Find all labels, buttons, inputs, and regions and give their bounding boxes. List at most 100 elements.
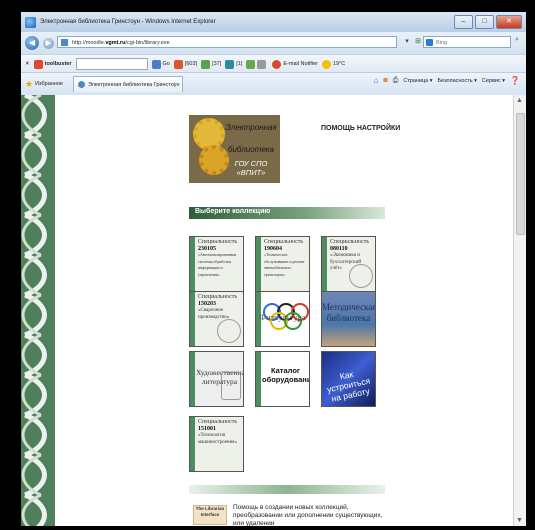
scroll-up-icon[interactable]: ▲ xyxy=(516,97,523,104)
collection-tile-sport[interactable]: Физкультура xyxy=(255,291,310,347)
tile-code: 080110 xyxy=(330,245,348,252)
email-notifier: E-mail Notifier xyxy=(283,61,318,67)
tile-desc: «Сварочное производство» xyxy=(198,308,230,320)
weather-icon xyxy=(321,59,331,69)
mail-icon xyxy=(173,59,183,69)
forward-button[interactable]: ▶ xyxy=(43,37,54,49)
print-icon[interactable]: ⎙ xyxy=(393,77,399,85)
tile-label: Специальность xyxy=(264,239,304,245)
browser-window: Электронная библиотека Гринстоун - Windo… xyxy=(21,12,526,526)
go-button: Go xyxy=(162,61,170,67)
search-placeholder: Bing xyxy=(436,40,448,46)
ie-icon xyxy=(25,16,36,28)
collection-tile-equipment[interactable]: Каталог оборудования xyxy=(255,351,310,407)
favorites-bar: ★ Избранное Электронная библиотека Гринс… xyxy=(21,72,526,96)
maximize-button[interactable]: □ xyxy=(475,15,494,29)
tile-code: 151001 xyxy=(198,425,216,432)
welding-icon xyxy=(217,319,241,343)
librarian-interface-button[interactable]: The Librarian Interface xyxy=(193,505,227,525)
toolbar-search-field[interactable] xyxy=(75,58,148,70)
search-icon[interactable]: ⌕ xyxy=(515,36,519,44)
weather-temp: 19°C xyxy=(332,61,346,67)
logo-line-3: ГОУ СПО «ВПИТ» xyxy=(234,159,268,177)
logo-line-1: Электронная xyxy=(225,123,277,132)
tile-label: Специальность xyxy=(330,239,370,245)
url-suffix: /cgi-bin/library.exe xyxy=(125,40,170,46)
search-input[interactable]: Bing xyxy=(423,36,511,48)
collection-tile-fiction[interactable]: Художественная литература xyxy=(189,351,244,407)
settings-link[interactable]: НАСТРОЙКИ xyxy=(357,125,400,132)
count-3: [1] xyxy=(236,61,243,67)
count-1: [603] xyxy=(184,61,198,67)
collection-tile-151001[interactable]: Специальность 151001 «Технология машиностр… xyxy=(189,416,244,472)
tab-title: Электронная библиотека Гринстоун xyxy=(87,81,180,88)
security-menu[interactable]: Безопасность ▾ xyxy=(438,78,477,84)
title-bar: Электронная библиотека Гринстоун - Windo… xyxy=(21,12,526,32)
tile-label: Специальность xyxy=(198,294,238,300)
window-title: Электронная библиотека Гринстоун - Windo… xyxy=(40,19,216,25)
tile-code: 230105 xyxy=(198,245,216,252)
tab-library[interactable]: Электронная библиотека Гринстоун xyxy=(72,76,183,92)
collection-tile-methodical[interactable]: Методическая библиотека xyxy=(321,291,376,347)
url-domain: vgmt.ru xyxy=(105,40,126,46)
toolbar-close-icon[interactable]: ✕ xyxy=(25,61,30,67)
collection-header: Выберите коллекцию xyxy=(189,207,385,219)
settings-icon xyxy=(257,59,267,69)
library-logo[interactable]: Электронная библиотека ГОУ СПО «ВПИТ» xyxy=(189,115,280,183)
collection-tile-150203[interactable]: Специальность 150203 «Сварочное производст… xyxy=(189,291,244,347)
url-field[interactable]: http://moodle.vgmt.ru/cgi-bin/library.ex… xyxy=(57,36,397,48)
page-menu[interactable]: Страница ▾ xyxy=(403,78,432,84)
home-icon[interactable]: ⌂ xyxy=(374,76,379,85)
page-icon xyxy=(61,39,68,46)
vertical-scrollbar[interactable]: ▲ ▼ xyxy=(513,95,526,526)
tile-title: Как устроиться на работу xyxy=(326,368,371,404)
librarian-interface-text: Помощь в создании новых коллекций, преоб… xyxy=(233,504,383,526)
collection-tile-080110[interactable]: Специальность 080110 «Экономика и бухгалте… xyxy=(321,236,376,292)
favorites-label[interactable]: Избранное xyxy=(35,81,63,87)
tile-desc: «Технология машиностроения» xyxy=(198,433,238,445)
go-icon xyxy=(151,59,161,69)
toolbar: ✕ toolbuster Go [603] [37] [1] E-mail No… xyxy=(21,54,526,73)
radio-icon xyxy=(246,59,256,69)
bing-icon xyxy=(426,39,433,46)
decorative-border xyxy=(21,95,55,526)
collection-tile-190604[interactable]: Специальность 190604 «Техническое обслужив… xyxy=(255,236,310,292)
tile-desc: «Автоматизированные системы обработки ин… xyxy=(198,252,237,277)
notifier-icon xyxy=(272,59,282,69)
collection-header-title: Выберите коллекцию xyxy=(195,208,271,215)
scroll-thumb[interactable] xyxy=(516,113,525,235)
minimize-button[interactable]: – xyxy=(454,15,473,29)
tile-title: Каталог оборудования xyxy=(262,366,309,384)
section-divider xyxy=(189,485,385,494)
toolbuster-logo-icon xyxy=(33,59,43,69)
photo-icon xyxy=(201,59,211,69)
tile-title: Методическая библиотека xyxy=(322,302,376,323)
close-button[interactable]: ✕ xyxy=(496,15,522,29)
tile-label: Специальность xyxy=(198,419,238,425)
tile-code: 190604 xyxy=(264,245,282,252)
url-prefix: http://moodle. xyxy=(72,40,106,46)
tile-desc: «Техническое обслуживание и ремонт автом… xyxy=(264,252,305,277)
help-link[interactable]: ПОМОЩЬ xyxy=(321,125,355,132)
portrait-icon xyxy=(221,372,241,400)
collection-tile-job[interactable]: Как устроиться на работу xyxy=(321,351,376,407)
emblem-icon xyxy=(349,264,373,288)
feeds-icon[interactable]: ◙ xyxy=(383,77,387,84)
tile-title: Физкультура xyxy=(259,312,306,322)
collection-tile-230105[interactable]: Специальность 230105 «Автоматизированные с… xyxy=(189,236,244,292)
tab-page-icon xyxy=(77,81,85,88)
scroll-down-icon[interactable]: ▼ xyxy=(516,517,523,524)
tile-label: Специальность xyxy=(198,239,238,245)
toolbar-brand: toolbuster xyxy=(44,61,72,67)
chat-icon xyxy=(225,59,235,69)
tools-menu[interactable]: Сервис ▾ xyxy=(482,78,505,84)
tile-code: 150203 xyxy=(198,300,216,307)
help-icon[interactable]: ❓ xyxy=(510,76,520,85)
help-links: ПОМОЩЬ НАСТРОЙКИ xyxy=(321,125,400,132)
count-2: [37] xyxy=(212,61,222,67)
logo-line-2: библиотека xyxy=(227,145,275,154)
favorites-star-icon[interactable]: ★ xyxy=(25,79,33,90)
back-button[interactable]: ◀ xyxy=(25,36,39,50)
address-bar: ◀ ▶ http://moodle.vgmt.ru/cgi-bin/librar… xyxy=(21,32,526,54)
page-content: Электронная библиотека ГОУ СПО «ВПИТ» ПО… xyxy=(21,95,526,526)
